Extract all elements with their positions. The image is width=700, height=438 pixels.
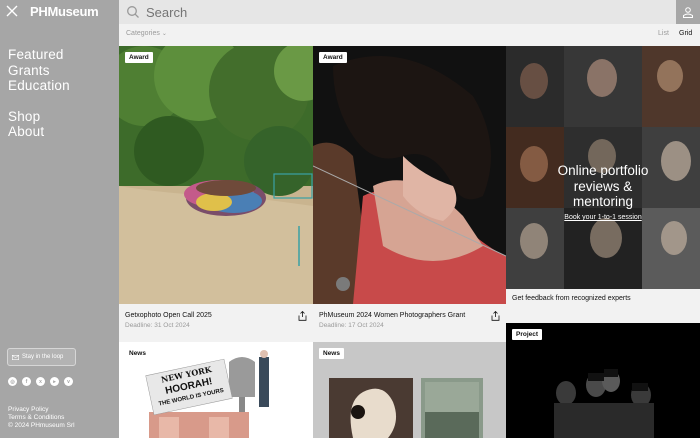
- nav-featured[interactable]: Featured: [8, 47, 70, 63]
- copyright: © 2024 PHmuseum Srl: [8, 422, 75, 429]
- share-icon[interactable]: [298, 311, 307, 321]
- card-title[interactable]: Getxophoto Open Call 2025: [125, 312, 212, 319]
- nav-education[interactable]: Education: [8, 78, 70, 94]
- nav-shop[interactable]: Shop: [8, 109, 70, 125]
- filter-row: Categories ⌄ List Grid: [119, 24, 700, 46]
- promo-headline-line: reviews &: [573, 178, 633, 194]
- categories-label: Categories: [126, 30, 160, 37]
- search-bar: [119, 0, 676, 24]
- stay-in-loop-button[interactable]: Stay in the loop: [7, 348, 76, 366]
- card-title[interactable]: PhMuseum 2024 Women Photographers Grant: [319, 312, 465, 319]
- badge-project: Project: [512, 329, 543, 340]
- promo-headline: Online portfolio reviews & mentoring: [506, 163, 700, 210]
- facebook-icon[interactable]: f: [22, 377, 31, 386]
- badge-award: Award: [125, 52, 153, 63]
- badge-news: News: [125, 348, 150, 359]
- badge-award: Award: [319, 52, 347, 63]
- card-news-photos[interactable]: News: [313, 342, 506, 438]
- promo-footer: Get feedback from recognized experts: [512, 295, 631, 302]
- card-image-group-portrait: [506, 323, 700, 438]
- book-session-link[interactable]: Book your 1-to-1 session: [506, 214, 700, 221]
- card-getxophoto[interactable]: Award Getxophoto Open Call 2025 Deadline…: [119, 46, 313, 335]
- chevron-down-icon: ⌄: [161, 31, 167, 37]
- card-project[interactable]: Project: [506, 323, 700, 438]
- categories-dropdown[interactable]: Categories ⌄: [126, 30, 167, 37]
- search-input[interactable]: [146, 4, 546, 20]
- card-women-photographers[interactable]: Award PhMuseum 2024 Women Photographers …: [313, 46, 506, 335]
- view-list-toggle[interactable]: List: [658, 30, 669, 37]
- legal-links: Privacy Policy Terms & Conditions © 2024…: [8, 406, 75, 430]
- social-links: ◎ f x ▸ v: [8, 377, 73, 386]
- card-deadline: Deadline: 31 Oct 2024: [125, 322, 190, 329]
- x-icon[interactable]: x: [36, 377, 45, 386]
- card-info: Getxophoto Open Call 2025 Deadline: 31 O…: [119, 304, 313, 335]
- user-icon: [683, 7, 693, 18]
- card-news-newspaper[interactable]: NEW YORK HOORAH! THE WORLD IS YOURS News: [119, 342, 313, 438]
- nav-grants[interactable]: Grants: [8, 63, 70, 79]
- card-portfolio-reviews[interactable]: Online portfolio reviews & mentoring Boo…: [506, 46, 700, 323]
- vimeo-icon[interactable]: v: [64, 377, 73, 386]
- card-info: PhMuseum 2024 Women Photographers Grant …: [313, 304, 506, 335]
- view-grid-toggle[interactable]: Grid: [679, 30, 692, 37]
- terms-link[interactable]: Terms & Conditions: [8, 414, 75, 422]
- card-image-portrait: [313, 46, 506, 304]
- youtube-icon[interactable]: ▸: [50, 377, 59, 386]
- search-icon: [127, 6, 139, 18]
- mail-icon: [12, 354, 19, 360]
- card-deadline: Deadline: 17 Oct 2024: [319, 322, 384, 329]
- sidebar-nav: Featured Grants Education Shop About: [8, 47, 70, 140]
- logo[interactable]: PHMuseum: [30, 4, 99, 19]
- account-button[interactable]: [676, 0, 700, 24]
- privacy-policy-link[interactable]: Privacy Policy: [8, 406, 75, 414]
- badge-news: News: [319, 348, 344, 359]
- sidebar: PHMuseum Featured Grants Education Shop …: [0, 0, 119, 438]
- close-icon[interactable]: [6, 5, 18, 17]
- promo-headline-line: mentoring: [572, 194, 634, 209]
- nav-about[interactable]: About: [8, 124, 70, 140]
- stay-in-loop-label: Stay in the loop: [22, 354, 64, 360]
- card-image-trees: [119, 46, 313, 304]
- share-icon[interactable]: [491, 311, 500, 321]
- instagram-icon[interactable]: ◎: [8, 377, 17, 386]
- promo-headline-line: Online portfolio: [557, 163, 649, 178]
